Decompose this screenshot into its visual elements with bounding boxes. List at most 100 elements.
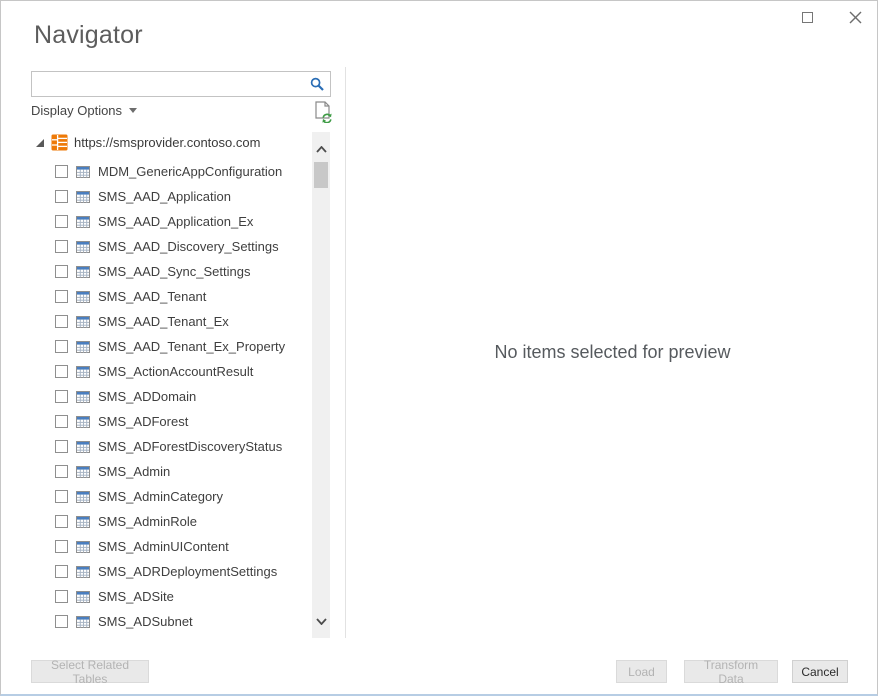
- item-checkbox[interactable]: [55, 540, 68, 553]
- item-checkbox[interactable]: [55, 415, 68, 428]
- page-title: Navigator: [34, 21, 143, 50]
- tree-item-label: SMS_ADRDeploymentSettings: [98, 564, 277, 579]
- tree-item-label: SMS_ADForestDiscoveryStatus: [98, 439, 282, 454]
- table-icon: [76, 416, 90, 428]
- tree-item[interactable]: MDM_GenericAppConfiguration: [55, 159, 285, 184]
- table-icon: [76, 566, 90, 578]
- tree-item[interactable]: SMS_AdminRole: [55, 509, 285, 534]
- item-checkbox[interactable]: [55, 365, 68, 378]
- table-icon: [76, 241, 90, 253]
- select-related-tables-button[interactable]: Select Related Tables: [31, 660, 149, 683]
- table-icon: [76, 541, 90, 553]
- tree-item[interactable]: SMS_ADRDeploymentSettings: [55, 559, 285, 584]
- tree-item[interactable]: SMS_ADForest: [55, 409, 285, 434]
- item-checkbox[interactable]: [55, 165, 68, 178]
- tree-item[interactable]: SMS_AAD_Discovery_Settings: [55, 234, 285, 259]
- table-icon: [76, 441, 90, 453]
- tree-item[interactable]: SMS_ADSubnet: [55, 609, 285, 634]
- table-icon: [76, 316, 90, 328]
- item-checkbox[interactable]: [55, 515, 68, 528]
- table-icon: [76, 266, 90, 278]
- maximize-button[interactable]: [799, 9, 815, 25]
- chevron-up-icon: [316, 146, 327, 153]
- search-box: [31, 71, 331, 97]
- table-icon: [76, 191, 90, 203]
- item-checkbox[interactable]: [55, 440, 68, 453]
- table-icon: [76, 516, 90, 528]
- tree-root[interactable]: https://smsprovider.contoso.com: [35, 134, 260, 151]
- tree-item[interactable]: SMS_ADForestDiscoveryStatus: [55, 434, 285, 459]
- search-button[interactable]: [304, 72, 330, 96]
- tree-item-label: SMS_ADSite: [98, 589, 174, 604]
- scroll-down-button[interactable]: [312, 612, 330, 630]
- tree-item[interactable]: SMS_AAD_Tenant: [55, 284, 285, 309]
- tree-item-label: MDM_GenericAppConfiguration: [98, 164, 282, 179]
- tree-item[interactable]: SMS_ADDomain: [55, 384, 285, 409]
- load-button[interactable]: Load: [616, 660, 667, 683]
- table-icon: [76, 341, 90, 353]
- table-icon: [76, 366, 90, 378]
- table-icon: [76, 466, 90, 478]
- refresh-button[interactable]: [312, 100, 334, 124]
- table-icon: [76, 166, 90, 178]
- close-button[interactable]: [847, 9, 863, 25]
- item-checkbox[interactable]: [55, 590, 68, 603]
- item-checkbox[interactable]: [55, 615, 68, 628]
- tree-item-label: SMS_AAD_Application_Ex: [98, 214, 253, 229]
- tree-item-label: SMS_AdminUIContent: [98, 539, 229, 554]
- chevron-down-icon: [316, 618, 327, 625]
- scroll-up-button[interactable]: [312, 140, 330, 158]
- table-icon: [76, 616, 90, 628]
- navigator-tree: https://smsprovider.contoso.com MDM_Gene…: [1, 129, 345, 638]
- tree-item[interactable]: SMS_AdminCategory: [55, 484, 285, 509]
- display-options-dropdown[interactable]: Display Options: [31, 103, 137, 118]
- search-input[interactable]: [32, 72, 304, 96]
- tree-item[interactable]: SMS_Admin: [55, 459, 285, 484]
- tree-item[interactable]: SMS_ActionAccountResult: [55, 359, 285, 384]
- dialog-window: Navigator Display Options: [0, 0, 878, 696]
- tree-item[interactable]: SMS_AAD_Application: [55, 184, 285, 209]
- tree-item-label: SMS_AdminCategory: [98, 489, 223, 504]
- item-checkbox[interactable]: [55, 465, 68, 478]
- item-checkbox[interactable]: [55, 265, 68, 278]
- item-checkbox[interactable]: [55, 290, 68, 303]
- tree-item-label: SMS_ADForest: [98, 414, 188, 429]
- item-checkbox[interactable]: [55, 340, 68, 353]
- chevron-down-icon: [129, 108, 137, 113]
- tree-item[interactable]: SMS_AAD_Application_Ex: [55, 209, 285, 234]
- table-icon: [76, 216, 90, 228]
- item-checkbox[interactable]: [55, 390, 68, 403]
- table-icon: [76, 591, 90, 603]
- tree-item-list: MDM_GenericAppConfiguration SMS_AAD_Appl…: [55, 159, 285, 634]
- preview-panel: No items selected for preview: [346, 67, 879, 638]
- collapse-triangle-icon: [35, 138, 45, 148]
- item-checkbox[interactable]: [55, 490, 68, 503]
- tree-item-label: SMS_AAD_Discovery_Settings: [98, 239, 279, 254]
- transform-data-button[interactable]: Transform Data: [684, 660, 778, 683]
- item-checkbox[interactable]: [55, 240, 68, 253]
- tree-item[interactable]: SMS_AdminUIContent: [55, 534, 285, 559]
- tree-item[interactable]: SMS_AAD_Tenant_Ex: [55, 309, 285, 334]
- tree-item-label: SMS_AAD_Application: [98, 189, 231, 204]
- tree-item-label: SMS_AAD_Tenant_Ex_Property: [98, 339, 285, 354]
- tree-item-label: SMS_AAD_Sync_Settings: [98, 264, 250, 279]
- item-checkbox[interactable]: [55, 565, 68, 578]
- tree-item[interactable]: SMS_AAD_Tenant_Ex_Property: [55, 334, 285, 359]
- navigator-dialog: Navigator Display Options: [0, 0, 880, 700]
- tree-item[interactable]: SMS_AAD_Sync_Settings: [55, 259, 285, 284]
- tree-scrollbar[interactable]: [312, 132, 330, 638]
- tree-item[interactable]: SMS_ADSite: [55, 584, 285, 609]
- cancel-button[interactable]: Cancel: [792, 660, 848, 683]
- item-checkbox[interactable]: [55, 215, 68, 228]
- item-checkbox[interactable]: [55, 190, 68, 203]
- window-controls: [799, 9, 863, 25]
- tree-item-label: SMS_AAD_Tenant_Ex: [98, 314, 229, 329]
- search-icon: [310, 77, 324, 91]
- close-icon: [849, 11, 862, 24]
- display-options-label: Display Options: [31, 103, 122, 118]
- item-checkbox[interactable]: [55, 315, 68, 328]
- scrollbar-thumb[interactable]: [314, 162, 328, 188]
- tree-root-label: https://smsprovider.contoso.com: [74, 135, 260, 150]
- table-icon: [76, 291, 90, 303]
- data-source-icon: [51, 134, 68, 151]
